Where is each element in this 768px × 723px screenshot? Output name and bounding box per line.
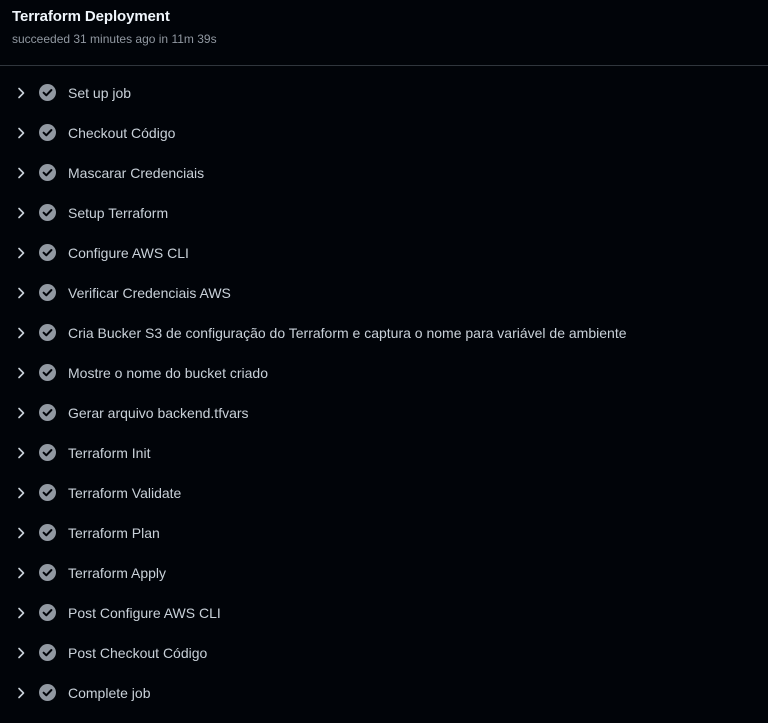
step-row[interactable]: Mascarar Credenciais xyxy=(0,153,768,193)
check-circle-icon xyxy=(39,564,56,581)
step-row[interactable]: Terraform Apply xyxy=(0,553,768,593)
step-label: Setup Terraform xyxy=(68,205,169,221)
check-circle-icon xyxy=(39,404,56,421)
chevron-right-icon[interactable] xyxy=(15,486,27,500)
check-circle-icon xyxy=(39,164,56,181)
job-status: succeeded 31 minutes ago in 11m 39s xyxy=(12,32,217,46)
chevron-right-icon[interactable] xyxy=(15,246,27,260)
step-label: Mascarar Credenciais xyxy=(68,165,205,181)
step-label: Set up job xyxy=(68,85,132,101)
check-circle-icon xyxy=(39,244,56,261)
chevron-right-icon[interactable] xyxy=(15,326,27,340)
check-circle-icon xyxy=(39,84,56,101)
check-circle-icon xyxy=(39,364,56,381)
chevron-right-icon[interactable] xyxy=(15,686,27,700)
check-circle-icon xyxy=(39,324,56,341)
chevron-right-icon[interactable] xyxy=(15,566,27,580)
check-circle-icon xyxy=(39,284,56,301)
chevron-right-icon[interactable] xyxy=(15,606,27,620)
step-row[interactable]: Terraform Init xyxy=(0,433,768,473)
step-label: Terraform Init xyxy=(68,445,151,461)
chevron-right-icon[interactable] xyxy=(15,166,27,180)
chevron-right-icon[interactable] xyxy=(15,286,27,300)
chevron-right-icon[interactable] xyxy=(15,366,27,380)
check-circle-icon xyxy=(39,204,56,221)
step-label: Terraform Plan xyxy=(68,525,160,541)
step-label: Cria Bucker S3 de configuração do Terraf… xyxy=(68,325,627,341)
step-row[interactable]: Setup Terraform xyxy=(0,193,768,233)
step-label: Mostre o nome do bucket criado xyxy=(68,365,268,381)
check-circle-icon xyxy=(39,124,56,141)
job-header: Terraform Deployment succeeded 31 minute… xyxy=(0,0,768,66)
chevron-right-icon[interactable] xyxy=(15,526,27,540)
step-label: Post Checkout Código xyxy=(68,645,208,661)
step-label: Verificar Credenciais AWS xyxy=(68,285,231,301)
chevron-right-icon[interactable] xyxy=(15,646,27,660)
step-row[interactable]: Verificar Credenciais AWS xyxy=(0,273,768,313)
job-title: Terraform Deployment xyxy=(12,8,170,25)
steps-list: Set up job Checkout Código Mascarar Creden… xyxy=(0,73,768,713)
check-circle-icon xyxy=(39,644,56,661)
chevron-right-icon[interactable] xyxy=(15,406,27,420)
step-label: Configure AWS CLI xyxy=(68,245,189,261)
check-circle-icon xyxy=(39,444,56,461)
step-row[interactable]: Mostre o nome do bucket criado xyxy=(0,353,768,393)
step-row[interactable]: Terraform Plan xyxy=(0,513,768,553)
check-circle-icon xyxy=(39,484,56,501)
chevron-right-icon[interactable] xyxy=(15,126,27,140)
step-label: Gerar arquivo backend.tfvars xyxy=(68,405,249,421)
chevron-right-icon[interactable] xyxy=(15,206,27,220)
step-label: Checkout Código xyxy=(68,125,176,141)
job-log-panel: Terraform Deployment succeeded 31 minute… xyxy=(0,0,768,723)
check-circle-icon xyxy=(39,524,56,541)
check-circle-icon xyxy=(39,684,56,701)
step-row[interactable]: Gerar arquivo backend.tfvars xyxy=(0,393,768,433)
chevron-right-icon[interactable] xyxy=(15,86,27,100)
step-row[interactable]: Configure AWS CLI xyxy=(0,233,768,273)
step-label: Terraform Validate xyxy=(68,485,182,501)
step-row[interactable]: Checkout Código xyxy=(0,113,768,153)
step-row[interactable]: Post Configure AWS CLI xyxy=(0,593,768,633)
step-row[interactable]: Post Checkout Código xyxy=(0,633,768,673)
step-row[interactable]: Complete job xyxy=(0,673,768,713)
chevron-right-icon[interactable] xyxy=(15,446,27,460)
check-circle-icon xyxy=(39,604,56,621)
step-row[interactable]: Terraform Validate xyxy=(0,473,768,513)
step-row[interactable]: Cria Bucker S3 de configuração do Terraf… xyxy=(0,313,768,353)
step-label: Complete job xyxy=(68,685,151,701)
step-row[interactable]: Set up job xyxy=(0,73,768,113)
step-label: Terraform Apply xyxy=(68,565,167,581)
step-label: Post Configure AWS CLI xyxy=(68,605,221,621)
